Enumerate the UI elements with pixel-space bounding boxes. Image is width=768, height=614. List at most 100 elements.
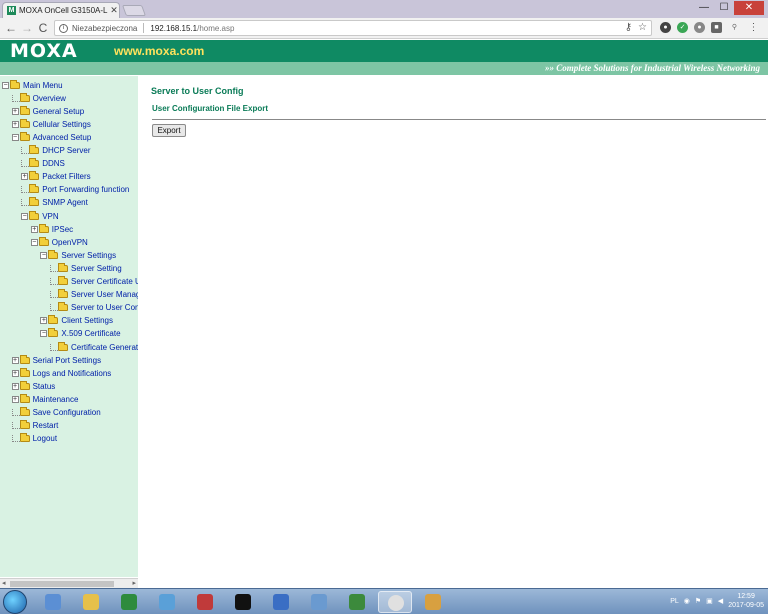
tree-item[interactable]: SNMP Agent — [21, 197, 88, 209]
tree-item[interactable]: + Status — [11, 380, 55, 392]
folder-icon — [19, 354, 30, 364]
command-prompt-icon — [235, 594, 251, 610]
extension-3-icon[interactable]: ■ — [711, 22, 722, 33]
action-center-icon[interactable]: ⚑ — [695, 597, 701, 605]
tree-connector — [11, 435, 20, 443]
clock[interactable]: 12:59 2017-09-05 — [728, 592, 764, 610]
expand-icon[interactable]: + — [40, 317, 48, 325]
taskbar-snipping-tool[interactable] — [188, 591, 222, 613]
tree-connector — [50, 291, 58, 299]
tray-app-icon[interactable]: ◉ — [684, 597, 690, 605]
tree-item[interactable]: Server Certificate Up — [50, 276, 138, 288]
folder-icon — [19, 118, 30, 128]
taskbar-excel[interactable] — [112, 591, 146, 613]
tree-item[interactable]: + IPSec — [30, 223, 73, 235]
key-icon[interactable]: ⚷ — [625, 22, 632, 33]
tree-item[interactable]: + Maintenance — [11, 393, 78, 405]
folder-icon — [19, 407, 30, 416]
main-content: Server to User Config User Configuration… — [138, 76, 768, 588]
folder-icon — [19, 433, 30, 443]
tree-item[interactable]: + Cellular Settings — [11, 118, 91, 130]
tree-item[interactable]: − Main Menu — [2, 79, 63, 91]
back-button[interactable]: ← — [4, 21, 18, 35]
taskbar-chrome[interactable] — [378, 591, 412, 613]
expand-icon[interactable]: + — [21, 173, 29, 181]
expand-icon[interactable]: + — [11, 395, 19, 403]
tree-item[interactable]: Overview — [11, 92, 66, 104]
tree-item[interactable]: + Packet Filters — [21, 171, 91, 183]
expand-icon[interactable]: + — [11, 107, 19, 115]
maximize-button[interactable]: ☐ — [714, 1, 734, 15]
tree-item[interactable]: + Client Settings — [40, 315, 113, 327]
expand-icon[interactable]: + — [11, 369, 19, 377]
taskbar-remote-desktop[interactable] — [302, 591, 336, 613]
tree-item[interactable]: + Serial Port Settings — [11, 354, 102, 366]
tree-item[interactable]: Port Forwarding function — [21, 184, 129, 196]
collapse-icon[interactable]: − — [11, 133, 19, 141]
tree-item[interactable]: − Advanced Setup — [11, 131, 91, 143]
address-bar[interactable]: i Niezabezpieczona 192.168.15.1 /home.as… — [54, 20, 652, 36]
remote-desktop-icon — [311, 594, 327, 610]
tree-item[interactable]: + General Setup — [11, 105, 84, 117]
tree-item[interactable]: − X.509 Certificate — [40, 328, 121, 340]
collapse-icon[interactable]: − — [40, 251, 48, 259]
expand-icon[interactable]: + — [11, 356, 19, 364]
tree-connector — [11, 422, 20, 430]
tree-item[interactable]: Restart — [11, 420, 58, 432]
extension-2-icon[interactable]: ● — [694, 22, 705, 33]
tree-item-label: Save Configuration — [32, 408, 101, 417]
extension-icon[interactable]: ● — [660, 22, 671, 33]
tree-item[interactable]: − Server Settings — [40, 249, 116, 261]
export-button[interactable]: Export — [152, 124, 186, 137]
new-tab-button[interactable] — [121, 5, 147, 16]
tree-item[interactable]: + Logs and Notifications — [11, 367, 111, 379]
folder-icon — [19, 367, 30, 377]
tree-item[interactable]: DDNS — [21, 158, 65, 170]
forward-button[interactable]: → — [20, 21, 34, 35]
tree-item[interactable]: Logout — [11, 433, 57, 445]
network-icon[interactable]: ▣ — [706, 597, 713, 605]
expand-icon[interactable]: + — [11, 382, 19, 390]
menu-icon[interactable]: ⋮ — [748, 22, 759, 33]
tab-close-icon[interactable]: ✕ — [109, 5, 119, 16]
taskbar-paint[interactable] — [416, 591, 450, 613]
notepad-icon — [159, 594, 175, 610]
taskbar-file-manager[interactable] — [74, 591, 108, 613]
tree-connector — [21, 199, 30, 207]
extension-4-icon[interactable]: ⚲ — [729, 22, 740, 33]
taskbar-network-tool[interactable] — [264, 591, 298, 613]
language-indicator[interactable]: PL — [670, 598, 679, 605]
tree-item[interactable]: − VPN — [21, 210, 59, 222]
browser-tab-bar: M MOXA OnCell G3150A-L ✕ — ☐ ✕ — [0, 0, 768, 18]
minimize-button[interactable]: — — [694, 1, 714, 15]
collapse-icon[interactable]: − — [40, 330, 48, 338]
start-button[interactable] — [3, 590, 27, 614]
tree-item[interactable]: − OpenVPN — [30, 236, 88, 248]
collapse-icon[interactable]: − — [21, 212, 29, 220]
collapse-icon[interactable]: − — [30, 238, 38, 246]
bookmark-star-icon[interactable]: ☆ — [638, 22, 647, 33]
sidebar-horizontal-scrollbar[interactable]: ◂ ▸ — [0, 578, 138, 588]
volume-icon[interactable]: ◀ — [718, 597, 723, 605]
tree-item[interactable]: Server Setting — [50, 262, 122, 274]
expand-icon[interactable]: + — [30, 225, 38, 233]
collapse-icon[interactable]: − — [2, 81, 9, 89]
tree-item[interactable]: Save Configuration — [11, 407, 101, 419]
reload-button[interactable]: C — [36, 21, 50, 35]
taskbar-notepad[interactable] — [150, 591, 184, 613]
network-tool-icon — [273, 594, 289, 610]
close-window-button[interactable]: ✕ — [734, 1, 764, 15]
browser-tab[interactable]: M MOXA OnCell G3150A-L ✕ — [2, 2, 120, 18]
info-icon[interactable]: i — [59, 23, 68, 33]
taskbar-command-prompt[interactable] — [226, 591, 260, 613]
tree-item[interactable]: Certificate Generatio — [50, 341, 138, 353]
tree-item[interactable]: Server User Manager — [50, 289, 138, 301]
taskbar-windows-explorer[interactable] — [36, 591, 70, 613]
check-extension-icon[interactable]: ✓ — [677, 22, 688, 33]
taskbar-task-manager[interactable] — [340, 591, 374, 613]
scrollbar-thumb[interactable] — [10, 581, 114, 587]
expand-icon[interactable]: + — [11, 120, 19, 128]
tree-item[interactable]: DHCP Server — [21, 145, 91, 157]
tree-item[interactable]: Server to User Confi — [50, 302, 138, 314]
tree-item-label: Serial Port Settings — [32, 355, 102, 365]
